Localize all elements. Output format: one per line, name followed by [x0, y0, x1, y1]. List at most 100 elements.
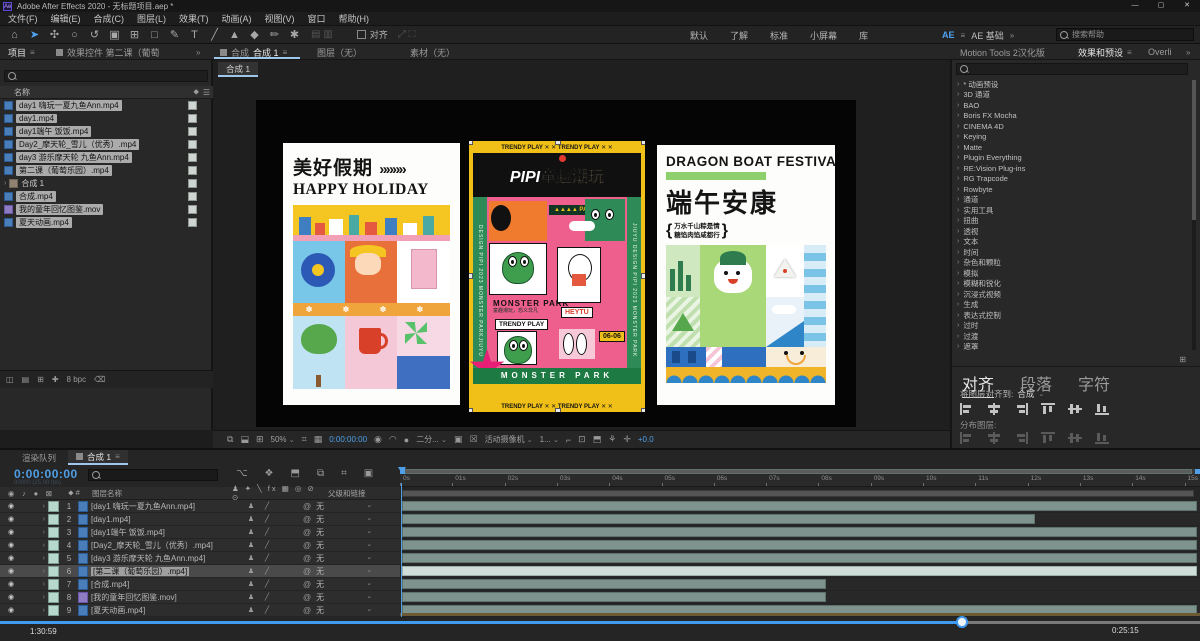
- parent-dropdown[interactable]: 无⌄: [316, 501, 372, 512]
- expand-caret-icon[interactable]: ›: [957, 291, 959, 298]
- align-to-dropdown[interactable]: 合成: [1017, 388, 1034, 400]
- project-column-header[interactable]: 名称 ⬥ ☰: [0, 86, 213, 99]
- label-color-chip[interactable]: [188, 166, 197, 175]
- interpret-footage-icon[interactable]: ◫: [6, 375, 14, 384]
- project-item[interactable]: 合成.mp4: [0, 190, 211, 203]
- parent-link-cell[interactable]: @ 无⌄: [303, 540, 372, 551]
- expand-caret-icon[interactable]: ›: [957, 259, 959, 266]
- active-camera-dropdown[interactable]: 活动摄像机 ⌄: [485, 434, 533, 445]
- new-animation-preset-icon[interactable]: ⊞: [1179, 355, 1186, 364]
- expand-caret-icon[interactable]: ›: [957, 301, 959, 308]
- pickwhip-icon[interactable]: @: [303, 593, 311, 602]
- adjust-icon[interactable]: ✚: [52, 375, 59, 384]
- pickwhip-icon[interactable]: @: [303, 541, 311, 550]
- tab-overflow-left[interactable]: »: [196, 44, 200, 60]
- hide-shy-layers-icon[interactable]: ⬒: [291, 468, 300, 479]
- workspace-current[interactable]: AE 基础: [971, 29, 1004, 42]
- align-right-icon[interactable]: [1014, 402, 1028, 420]
- expand-caret-icon[interactable]: ›: [957, 280, 959, 287]
- expand-caret-icon[interactable]: ›: [957, 312, 959, 319]
- shy-switch-icon[interactable]: ♟: [243, 515, 259, 523]
- layer-duration-bar[interactable]: [402, 592, 826, 602]
- effects-category[interactable]: ›模拟: [952, 268, 1188, 279]
- expand-caret-icon[interactable]: ›: [957, 186, 959, 193]
- distribute-horizontal-center-icon[interactable]: [1068, 431, 1082, 449]
- project-item[interactable]: day3 游乐摩天轮 九鱼Ann.mp4: [0, 151, 211, 164]
- parent-dropdown[interactable]: 无⌄: [316, 579, 372, 590]
- reset-exposure-icon[interactable]: ✛: [623, 434, 631, 445]
- graph-editor-icon[interactable]: ▣: [364, 468, 373, 479]
- expander-icon[interactable]: ›: [4, 180, 6, 187]
- tab-layer[interactable]: 图层（无）: [317, 44, 362, 60]
- parent-dropdown[interactable]: 无⌄: [316, 553, 372, 564]
- effects-category[interactable]: ›生成: [952, 300, 1188, 311]
- timeline-horizontal-scrollbar[interactable]: [400, 613, 1200, 616]
- timeline-search-field[interactable]: [88, 469, 218, 481]
- composition-mini-flowchart-icon[interactable]: ⌥: [236, 468, 248, 479]
- menu-item[interactable]: 帮助(H): [339, 12, 370, 25]
- label-color-chip[interactable]: [188, 205, 197, 214]
- parent-dropdown[interactable]: 无⌄: [316, 540, 372, 551]
- show-snapshot-icon[interactable]: ◠: [389, 434, 397, 445]
- expand-caret-icon[interactable]: ›: [957, 154, 959, 161]
- effects-category[interactable]: ›时间: [952, 247, 1188, 258]
- workspace-库[interactable]: 库: [859, 29, 868, 42]
- menu-item[interactable]: 图层(L): [137, 12, 166, 25]
- layer-duration-bar[interactable]: [402, 514, 1035, 524]
- effects-category[interactable]: ›模糊和锐化: [952, 279, 1188, 290]
- distribute-bottom-icon[interactable]: [1014, 431, 1028, 449]
- effects-category[interactable]: ›* 动画预设: [952, 79, 1188, 90]
- poster-dragon-boat[interactable]: DRAGON BOAT FESTIVAL 端午安康 { 万水千山粽是情糖馅肉馅咸…: [657, 145, 835, 405]
- shy-switch-icon[interactable]: ♟: [243, 541, 259, 549]
- layer-color-chip[interactable]: [48, 514, 59, 525]
- layer-duration-bar[interactable]: [402, 540, 1197, 550]
- eye-icon[interactable]: ◉: [0, 528, 22, 536]
- menu-item[interactable]: 合成(C): [94, 12, 125, 25]
- parent-link-cell[interactable]: @无⌄: [303, 605, 372, 616]
- quality-switch-icon[interactable]: ╱: [259, 606, 275, 614]
- label-color-chip[interactable]: [188, 127, 197, 136]
- effects-category[interactable]: ›Matte: [952, 142, 1188, 153]
- menu-item[interactable]: 视图(V): [265, 12, 295, 25]
- distribute-top-icon[interactable]: [960, 431, 974, 449]
- parent-link-cell[interactable]: @无⌄: [303, 553, 372, 564]
- minimize-button[interactable]: —: [1122, 0, 1148, 12]
- timeline-bars-area[interactable]: [400, 500, 1200, 617]
- workspace-overflow-icon[interactable]: »: [1010, 31, 1014, 40]
- expand-caret-icon[interactable]: ›: [957, 270, 959, 277]
- timeline-ruler[interactable]: 0s01s02s03s04s05s06s07s08s09s10s11s12s13…: [400, 474, 1200, 487]
- tab-timeline-comp[interactable]: 合成 1 ≡: [68, 450, 128, 465]
- help-search-field[interactable]: 搜索帮助: [1056, 28, 1194, 41]
- parent-link-cell[interactable]: @无⌄: [303, 527, 372, 538]
- ae-workspace-badge[interactable]: AE: [942, 30, 955, 40]
- expander-icon[interactable]: ›: [22, 607, 48, 614]
- motion-blur-icon[interactable]: ⌗: [341, 468, 347, 479]
- color-depth-label[interactable]: 8 bpc: [67, 375, 87, 384]
- align-left-icon[interactable]: [960, 402, 974, 420]
- eye-icon[interactable]: ◉: [0, 593, 22, 601]
- rotate-tool-icon[interactable]: ↺: [88, 28, 101, 41]
- eye-icon[interactable]: ◉: [0, 515, 22, 523]
- workspace-了解[interactable]: 了解: [730, 29, 748, 42]
- expand-caret-icon[interactable]: ›: [957, 102, 959, 109]
- snapshot-icon[interactable]: ◉: [374, 434, 382, 445]
- menu-item[interactable]: 文件(F): [8, 12, 38, 25]
- parent-dropdown[interactable]: 无⌄: [316, 605, 372, 616]
- composition-canvas[interactable]: 美好假期 »»»» HAPPY HOLIDAY ✽ ✽ ✽ ✽ ✽ ✽: [256, 100, 856, 427]
- close-button[interactable]: ✕: [1174, 0, 1200, 12]
- workspace-默认[interactable]: 默认: [690, 29, 708, 42]
- layer-duration-bar[interactable]: [402, 553, 1197, 563]
- parent-link-cell[interactable]: @无⌄: [303, 501, 372, 512]
- label-color-chip[interactable]: [188, 179, 197, 188]
- home-tool-icon[interactable]: ⌂: [8, 29, 21, 41]
- tab-footage[interactable]: 素材（无）: [410, 44, 455, 60]
- effects-category[interactable]: ›BAO: [952, 100, 1188, 111]
- expand-caret-icon[interactable]: ›: [957, 249, 959, 256]
- viewer-timecode[interactable]: 0:00:00:00: [329, 435, 367, 444]
- layer-color-chip[interactable]: [48, 579, 59, 590]
- magnification-icon[interactable]: ⧉: [227, 434, 233, 445]
- snap-checkbox[interactable]: [357, 30, 366, 39]
- region-icon[interactable]: ▣: [454, 434, 463, 445]
- transparency-grid-icon[interactable]: ☒: [469, 434, 477, 445]
- pickwhip-icon[interactable]: @: [303, 580, 311, 589]
